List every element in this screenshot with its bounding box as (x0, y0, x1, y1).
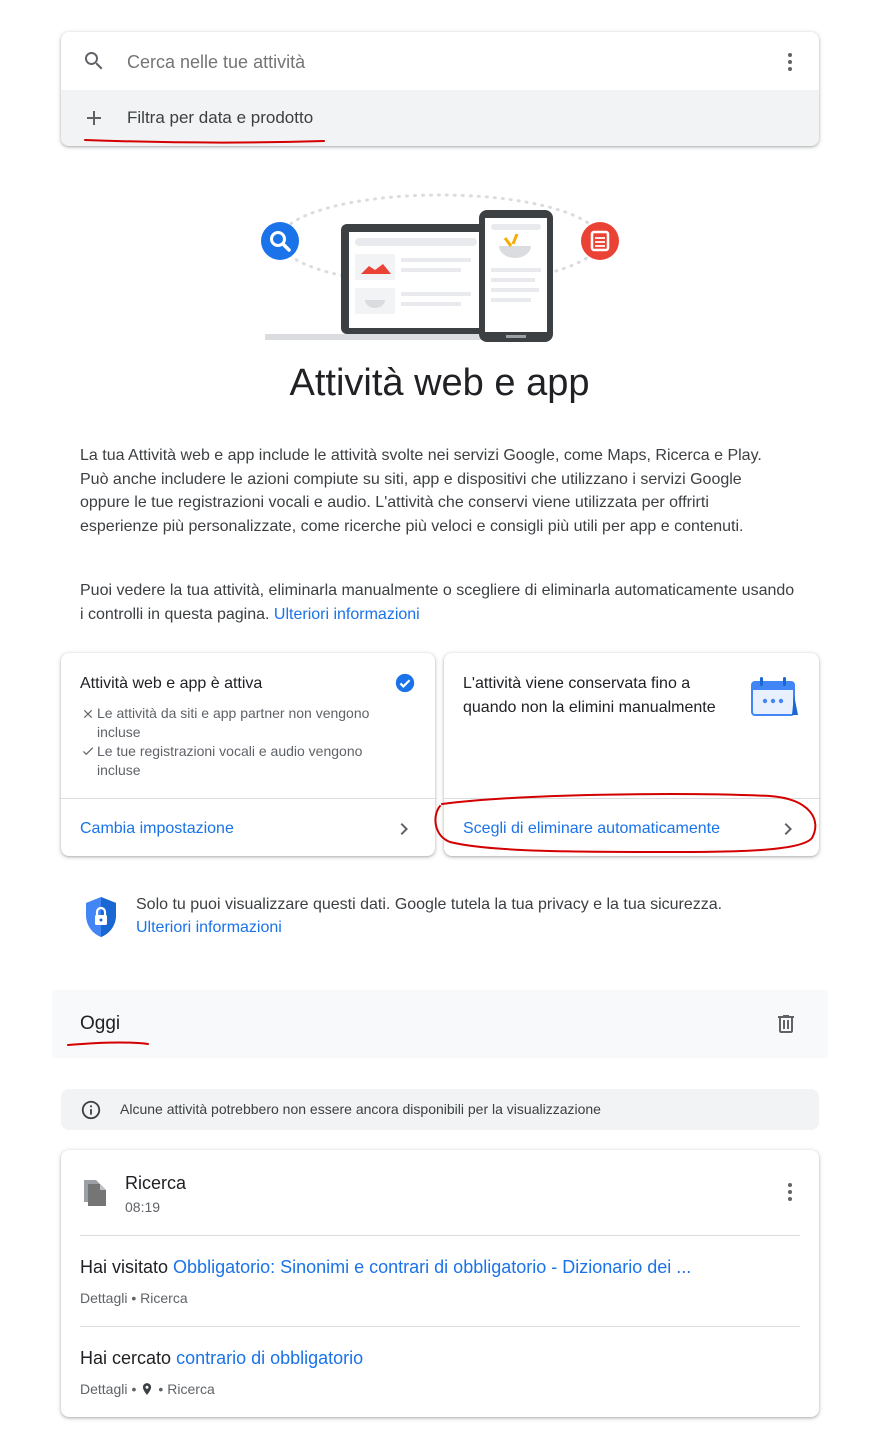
change-setting-label: Cambia impostazione (80, 820, 234, 837)
availability-notice: Alcune attività potrebbero non essere an… (61, 1089, 819, 1130)
day-label: Oggi (80, 1013, 121, 1034)
activity-verb: Hai visitato (80, 1257, 169, 1277)
intro-paragraph-controls: Puoi vedere la tua attività, eliminarla … (80, 579, 800, 626)
activity-source: Ricerca (140, 1290, 188, 1306)
setting-item-partners: Le attività da siti e app partner non ve… (97, 705, 370, 740)
shield-lock-icon (83, 895, 119, 939)
calendar-icon (749, 675, 799, 717)
retention-title: L'attività viene conservata fino a quand… (463, 675, 716, 716)
chevron-right-icon (776, 817, 800, 841)
retention-card: L'attività viene conservata fino a quand… (444, 653, 819, 856)
search-icon[interactable] (82, 49, 106, 73)
auto-delete-label: Scegli di eliminare automaticamente (463, 820, 721, 837)
activity-meta: Dettagli • • Ricerca (80, 1381, 215, 1397)
search-query-link[interactable]: contrario di obbligatorio (176, 1348, 363, 1368)
hero-illustration (255, 188, 625, 348)
delete-icon[interactable] (774, 1012, 798, 1036)
bullet-separator: • (158, 1381, 164, 1397)
search-input[interactable] (127, 46, 727, 78)
bullet-separator: • (131, 1381, 137, 1397)
activity-time: 08:19 (125, 1199, 161, 1215)
setting-item-voice: Le tue registrazioni vocali e audio veng… (97, 743, 363, 778)
activity-setting-card: Attività web e app è attiva Le attività … (61, 653, 435, 856)
intro-paragraph: La tua Attività web e app include le att… (80, 447, 762, 535)
filter-by-date-and-product[interactable]: Filtra per data e prodotto (61, 90, 819, 146)
plus-icon (82, 106, 106, 130)
auto-delete-button[interactable]: Scegli di eliminare automaticamente (444, 799, 819, 856)
activity-item-line: Hai visitato Obbligatorio: Sinonimi e co… (80, 1257, 800, 1278)
details-link[interactable]: Dettagli (80, 1381, 127, 1397)
more-vert-icon[interactable] (778, 1180, 802, 1204)
check-icon (81, 744, 95, 758)
chevron-right-icon (392, 817, 416, 841)
activity-meta: Dettagli • Ricerca (80, 1290, 188, 1306)
learn-more-link[interactable]: Ulteriori informazioni (274, 606, 420, 623)
notice-text: Alcune attività potrebbero non essere an… (120, 1101, 601, 1117)
controls-text: Puoi vedere la tua attività, eliminarla … (80, 582, 795, 623)
page-title: Attività web e app (289, 362, 590, 404)
details-link[interactable]: Dettagli (80, 1290, 127, 1306)
activity-item: Hai cercato contrario di obbligatorio De… (80, 1327, 800, 1417)
privacy-text: Solo tu puoi visualizzare questi dati. G… (136, 896, 723, 913)
bullet-separator: • (131, 1290, 137, 1306)
search-card: Filtra per data e prodotto (61, 32, 819, 146)
search-row (61, 32, 819, 90)
activity-item: Hai visitato Obbligatorio: Sinonimi e co… (80, 1236, 800, 1326)
filter-label: Filtra per data e prodotto (127, 108, 314, 127)
change-setting-button[interactable]: Cambia impostazione (61, 799, 435, 856)
product-name: Ricerca (125, 1173, 187, 1193)
more-vert-icon[interactable] (778, 50, 802, 74)
setting-card-title: Attività web e app è attiva (80, 675, 263, 692)
visited-page-link[interactable]: Obbligatorio: Sinonimi e contrari di obb… (173, 1257, 691, 1277)
privacy-learn-more-link[interactable]: Ulteriori informazioni (136, 919, 282, 937)
info-icon (80, 1099, 102, 1121)
check-circle-icon (394, 672, 416, 694)
close-icon (81, 707, 95, 721)
day-header: Oggi (52, 990, 828, 1058)
activity-source: Ricerca (167, 1381, 215, 1397)
activity-bundle-card: Ricerca 08:19 Hai visitato Obbligatorio:… (61, 1150, 819, 1417)
location-pin-icon (140, 1382, 154, 1396)
activity-item-line: Hai cercato contrario di obbligatorio (80, 1348, 800, 1369)
documents-icon (81, 1178, 107, 1208)
activity-verb: Hai cercato (80, 1348, 172, 1368)
